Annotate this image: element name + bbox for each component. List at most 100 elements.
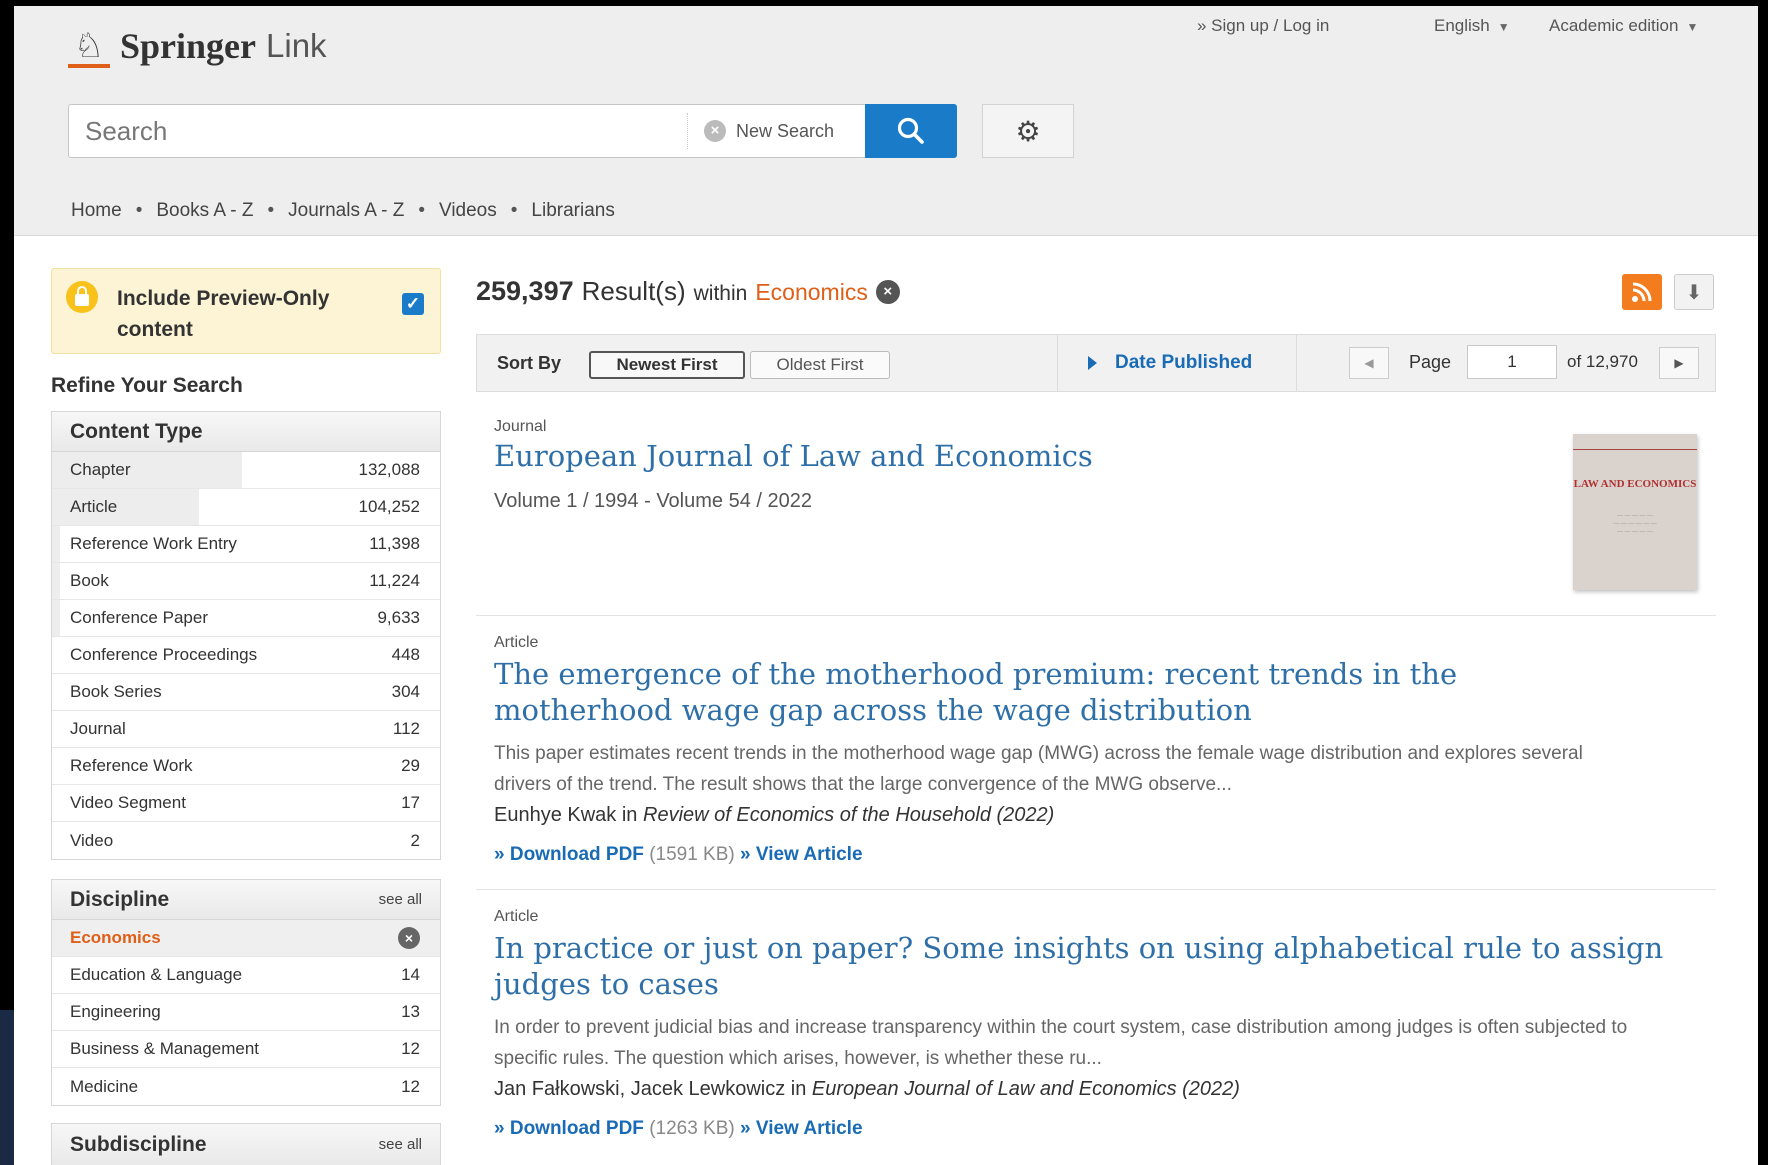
facet-share-bar xyxy=(52,526,60,562)
gear-icon: ⚙ xyxy=(1015,115,1041,147)
preview-only-filter[interactable]: Include Preview-Only content ✓ xyxy=(51,268,441,354)
facet-title: Discipline xyxy=(70,887,170,911)
result-word: Result(s) xyxy=(581,276,686,306)
author-names[interactable]: Eunhye Kwak xyxy=(494,804,616,826)
sort-by-label: Sort By xyxy=(497,353,562,373)
search-submit-button[interactable] xyxy=(865,104,957,158)
facet-title: Subdiscipline xyxy=(70,1132,207,1156)
date-published-toggle[interactable]: Date Published xyxy=(1057,335,1297,391)
facet-item-count: 13 xyxy=(401,1002,420,1021)
facet-item[interactable]: Medicine 12 xyxy=(52,1068,440,1105)
facet-item[interactable]: Education & Language 14 xyxy=(52,957,440,994)
nav-books-a-z[interactable]: Books A - Z xyxy=(156,200,253,222)
result-title-link[interactable]: The emergence of the motherhood premium:… xyxy=(494,656,1634,728)
download-pdf-link[interactable]: » Download PDF xyxy=(494,844,644,865)
see-all-link[interactable]: see all xyxy=(379,1136,422,1153)
nav-videos[interactable]: Videos xyxy=(439,200,497,222)
rss-feed-button[interactable] xyxy=(1622,274,1662,310)
active-discipline[interactable]: Economics xyxy=(755,279,867,306)
remove-filter-icon[interactable]: × xyxy=(875,279,900,304)
facet-item[interactable]: Reference Work Entry 11,398 xyxy=(52,526,440,563)
browser-page: ♘ Springer Link » Sign up / Log in Engli… xyxy=(14,6,1758,1165)
subdiscipline-facet: Subdiscipline see all xyxy=(51,1123,441,1165)
download-results-button[interactable]: ⬇ xyxy=(1674,274,1714,310)
new-search-button[interactable]: × New Search xyxy=(687,113,834,149)
discipline-facet: Discipline see all Economics × Education… xyxy=(51,879,441,1106)
facet-item[interactable]: Video Segment 17 xyxy=(52,785,440,822)
page-number-input[interactable] xyxy=(1467,345,1557,379)
language-selector[interactable]: English ▼ xyxy=(1434,16,1510,36)
file-size: (1263 KB) xyxy=(649,1118,735,1139)
result-actions: » Download PDF (1263 KB) » View Article xyxy=(494,1118,863,1140)
nav-separator: • xyxy=(267,200,275,221)
edition-selector[interactable]: Academic edition ▼ xyxy=(1549,16,1698,36)
result-item: Article The emergence of the motherhood … xyxy=(476,616,1716,890)
journal-cover-image[interactable]: LAW AND ECONOMICS — — — — — — — — — — — — … xyxy=(1573,434,1697,590)
preview-only-label: Include Preview-Only content xyxy=(117,287,330,341)
next-page-button[interactable]: ▶ xyxy=(1659,347,1699,379)
facet-item[interactable]: Book Series 304 xyxy=(52,674,440,711)
facet-item[interactable]: Engineering 13 xyxy=(52,994,440,1031)
chevron-down-icon: ▼ xyxy=(1686,20,1699,34)
facet-item[interactable]: Book 11,224 xyxy=(52,563,440,600)
facet-item[interactable]: Business & Management 12 xyxy=(52,1031,440,1068)
facet-item-label: Business & Management xyxy=(70,1039,259,1058)
facet-item[interactable]: Article 104,252 xyxy=(52,489,440,526)
download-pdf-link[interactable]: » Download PDF xyxy=(494,1118,644,1139)
springerlink-logo[interactable]: ♘ Springer Link xyxy=(68,24,327,68)
facet-item[interactable]: Journal 112 xyxy=(52,711,440,748)
main-nav: Home • Books A - Z • Journals A - Z • Vi… xyxy=(71,200,615,222)
facet-item[interactable]: Video 2 xyxy=(52,822,440,859)
chevron-down-icon: ▼ xyxy=(1497,20,1510,34)
search-input[interactable] xyxy=(69,105,689,157)
result-snippet: This paper estimates recent trends in th… xyxy=(494,743,1583,795)
facet-item-count: 12 xyxy=(401,1039,420,1058)
result-type: Article xyxy=(494,908,539,925)
search-box: × New Search xyxy=(68,104,868,158)
facet-item-label: Chapter xyxy=(70,460,131,479)
see-all-link[interactable]: see all xyxy=(379,891,422,908)
search-settings-button[interactable]: ⚙ xyxy=(982,104,1074,158)
facet-item-count: 12 xyxy=(401,1076,420,1096)
caret-left-icon: ◀ xyxy=(1364,356,1374,370)
remove-filter-icon[interactable]: × xyxy=(398,927,420,949)
facet-item-label: Conference Paper xyxy=(70,608,208,627)
result-authors: Jan Fałkowski, Jacek Lewkowicz in Europe… xyxy=(494,1078,1240,1100)
facet-item[interactable]: Chapter 132,088 xyxy=(52,452,440,489)
facet-item-label: Reference Work Entry xyxy=(70,534,237,553)
preview-only-checkbox[interactable]: ✓ xyxy=(402,293,424,315)
facet-item-count: 11,224 xyxy=(369,571,420,590)
springer-horse-icon: ♘ xyxy=(68,24,110,68)
view-article-link[interactable]: » View Article xyxy=(740,1118,863,1139)
nav-librarians[interactable]: Librarians xyxy=(531,200,614,222)
facet-item[interactable]: Reference Work 29 xyxy=(52,748,440,785)
date-published-label: Date Published xyxy=(1115,352,1253,373)
result-snippet: In order to prevent judicial bias and in… xyxy=(494,1017,1628,1069)
result-title-link[interactable]: European Journal of Law and Economics xyxy=(494,438,1093,474)
sort-newest-button[interactable]: Newest First xyxy=(589,351,745,379)
facet-item-label: Reference Work xyxy=(70,756,193,775)
download-icon: ⬇ xyxy=(1685,281,1703,304)
facet-item-selected[interactable]: Economics × xyxy=(52,920,440,957)
rss-icon xyxy=(1632,282,1652,302)
sign-up-login-link[interactable]: » Sign up / Log in xyxy=(1197,16,1329,36)
result-type: Article xyxy=(494,634,539,651)
facet-share-bar xyxy=(52,563,60,599)
sort-oldest-button[interactable]: Oldest First xyxy=(750,351,890,379)
prev-page-button[interactable]: ◀ xyxy=(1349,347,1389,379)
nav-journals-a-z[interactable]: Journals A - Z xyxy=(288,200,404,222)
new-search-label: New Search xyxy=(736,120,835,141)
view-article-link[interactable]: » View Article xyxy=(740,844,863,865)
nav-separator: • xyxy=(510,200,518,221)
facet-item-label: Article xyxy=(70,497,118,516)
publication-source[interactable]: European Journal of Law and Economics (2… xyxy=(812,1078,1240,1100)
facet-item[interactable]: Conference Paper 9,633 xyxy=(52,600,440,637)
publication-source[interactable]: Review of Economics of the Household (20… xyxy=(643,804,1054,826)
result-actions: » Download PDF (1591 KB) » View Article xyxy=(494,844,863,866)
author-names[interactable]: Jan Fałkowski, Jacek Lewkowicz xyxy=(494,1078,785,1100)
clear-icon: × xyxy=(704,120,726,142)
result-title-link[interactable]: In practice or just on paper? Some insig… xyxy=(494,930,1674,1002)
facet-item[interactable]: Conference Proceedings 448 xyxy=(52,637,440,674)
refine-search-heading: Refine Your Search xyxy=(51,374,243,397)
nav-home[interactable]: Home xyxy=(71,200,122,222)
